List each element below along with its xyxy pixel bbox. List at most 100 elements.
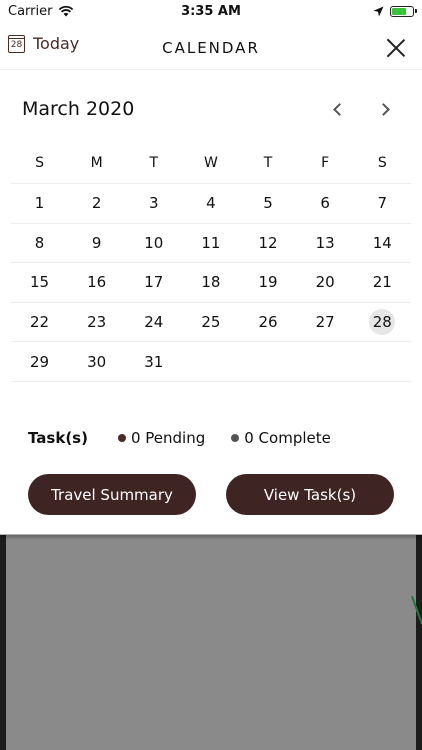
day-number: 17 [144, 273, 164, 292]
complete-stat: 0 Complete [231, 429, 331, 447]
day-cell-selected[interactable]: 28 [354, 302, 411, 342]
day-cell[interactable]: 16 [68, 263, 125, 303]
location-arrow-icon [373, 6, 384, 16]
view-tasks-button[interactable]: View Task(s) [226, 474, 394, 515]
day-number: 22 [30, 313, 50, 332]
day-cell[interactable]: 19 [240, 263, 297, 303]
day-number: 20 [315, 273, 335, 292]
day-cell[interactable]: 26 [240, 302, 297, 342]
day-cell-empty [354, 342, 411, 382]
day-number: 11 [201, 233, 221, 252]
status-left: Carrier [8, 4, 74, 19]
day-cell[interactable]: 13 [297, 223, 354, 263]
day-cell[interactable]: 8 [11, 223, 68, 263]
day-number: 26 [258, 313, 278, 332]
month-navigation: March 2020 [0, 98, 422, 128]
day-cell[interactable]: 1 [11, 184, 68, 224]
day-number: 27 [315, 313, 335, 332]
day-cell[interactable]: 29 [11, 342, 68, 382]
day-cell[interactable]: 11 [182, 223, 239, 263]
day-cell[interactable]: 9 [68, 223, 125, 263]
day-cell[interactable]: 10 [125, 223, 182, 263]
week-row: 29 30 31 [11, 342, 411, 382]
chevron-left-icon [333, 103, 346, 116]
day-cell[interactable]: 31 [125, 342, 182, 382]
day-number: 8 [34, 233, 45, 252]
day-number: 7 [377, 194, 388, 213]
pending-dot-icon [117, 434, 126, 442]
day-cell[interactable]: 6 [297, 184, 354, 224]
day-number: 24 [144, 313, 164, 332]
day-cell[interactable]: 15 [11, 263, 68, 303]
day-cell[interactable]: 20 [297, 263, 354, 303]
day-cell[interactable]: 14 [354, 223, 411, 263]
day-cell[interactable]: 27 [297, 302, 354, 342]
status-right [373, 5, 417, 17]
day-cell[interactable]: 22 [11, 302, 68, 342]
day-number: 6 [320, 194, 330, 213]
day-cell[interactable]: 4 [182, 184, 239, 224]
complete-count: 0 Complete [244, 429, 331, 447]
sheet-shadow [0, 534, 422, 540]
calendar-grid: S M T W T F S 1 2 3 4 5 6 7 8 9 10 11 12… [11, 142, 411, 382]
day-number: 10 [144, 233, 164, 252]
weekday-tue: T [149, 154, 159, 171]
day-cell[interactable]: 30 [68, 342, 125, 382]
week-row: 22 23 24 25 26 27 28 [11, 303, 411, 343]
day-cell[interactable]: 17 [125, 263, 182, 303]
day-cell[interactable]: 7 [354, 184, 411, 224]
day-number: 23 [87, 313, 107, 332]
task-summary: Task(s) 0 Pending 0 Complete [28, 426, 408, 450]
pending-count: 0 Pending [130, 429, 206, 447]
day-number: 5 [263, 194, 273, 213]
day-number: 2 [91, 194, 102, 213]
day-number: 13 [315, 233, 335, 252]
calendar-header: 28 Today CALENDAR [0, 26, 422, 70]
day-number: 21 [372, 273, 392, 292]
day-number: 3 [149, 194, 159, 213]
day-cell[interactable]: 12 [240, 223, 297, 263]
day-number: 1 [34, 194, 45, 213]
day-number: 4 [206, 194, 216, 213]
weekday-sun: S [35, 154, 44, 171]
week-row: 8 9 10 11 12 13 14 [11, 224, 411, 264]
carrier-label: Carrier [8, 3, 53, 19]
dimmed-backdrop[interactable] [0, 535, 422, 750]
day-number: 18 [201, 273, 221, 292]
day-number: 25 [201, 313, 221, 332]
day-cell[interactable]: 25 [182, 302, 239, 342]
weekday-mon: M [90, 154, 103, 171]
weekday-sat: S [377, 154, 387, 171]
status-bar: Carrier 3:35 AM [0, 0, 422, 22]
chevron-right-icon [377, 103, 390, 116]
day-cell[interactable]: 21 [354, 263, 411, 303]
day-number: 28 [372, 313, 392, 332]
travel-summary-button[interactable]: Travel Summary [28, 474, 196, 515]
day-cell-empty [240, 342, 297, 382]
tasks-label: Task(s) [28, 429, 88, 447]
prev-month-button[interactable] [330, 102, 346, 118]
weekday-fri: F [321, 154, 330, 171]
day-cell[interactable]: 3 [125, 184, 182, 224]
day-cell[interactable]: 23 [68, 302, 125, 342]
month-label: March 2020 [22, 98, 135, 120]
weekday-wed: W [204, 154, 218, 171]
page-title: CALENDAR [162, 39, 260, 57]
day-cell[interactable]: 5 [240, 184, 297, 224]
weekday-thu: T [263, 154, 273, 171]
week-row: 1 2 3 4 5 6 7 [11, 184, 411, 224]
day-number: 14 [372, 233, 392, 252]
day-number: 29 [30, 352, 50, 371]
day-cell[interactable]: 24 [125, 302, 182, 342]
wifi-icon [59, 5, 74, 17]
background-map [6, 535, 416, 750]
day-number: 15 [30, 273, 50, 292]
pending-stat: 0 Pending [117, 429, 206, 447]
next-month-button[interactable] [377, 102, 394, 118]
day-number: 31 [144, 352, 164, 371]
close-icon[interactable] [386, 38, 406, 58]
day-cell[interactable]: 18 [182, 263, 239, 303]
day-number: 30 [87, 352, 107, 371]
day-number: 12 [258, 233, 278, 252]
day-cell[interactable]: 2 [68, 184, 125, 224]
